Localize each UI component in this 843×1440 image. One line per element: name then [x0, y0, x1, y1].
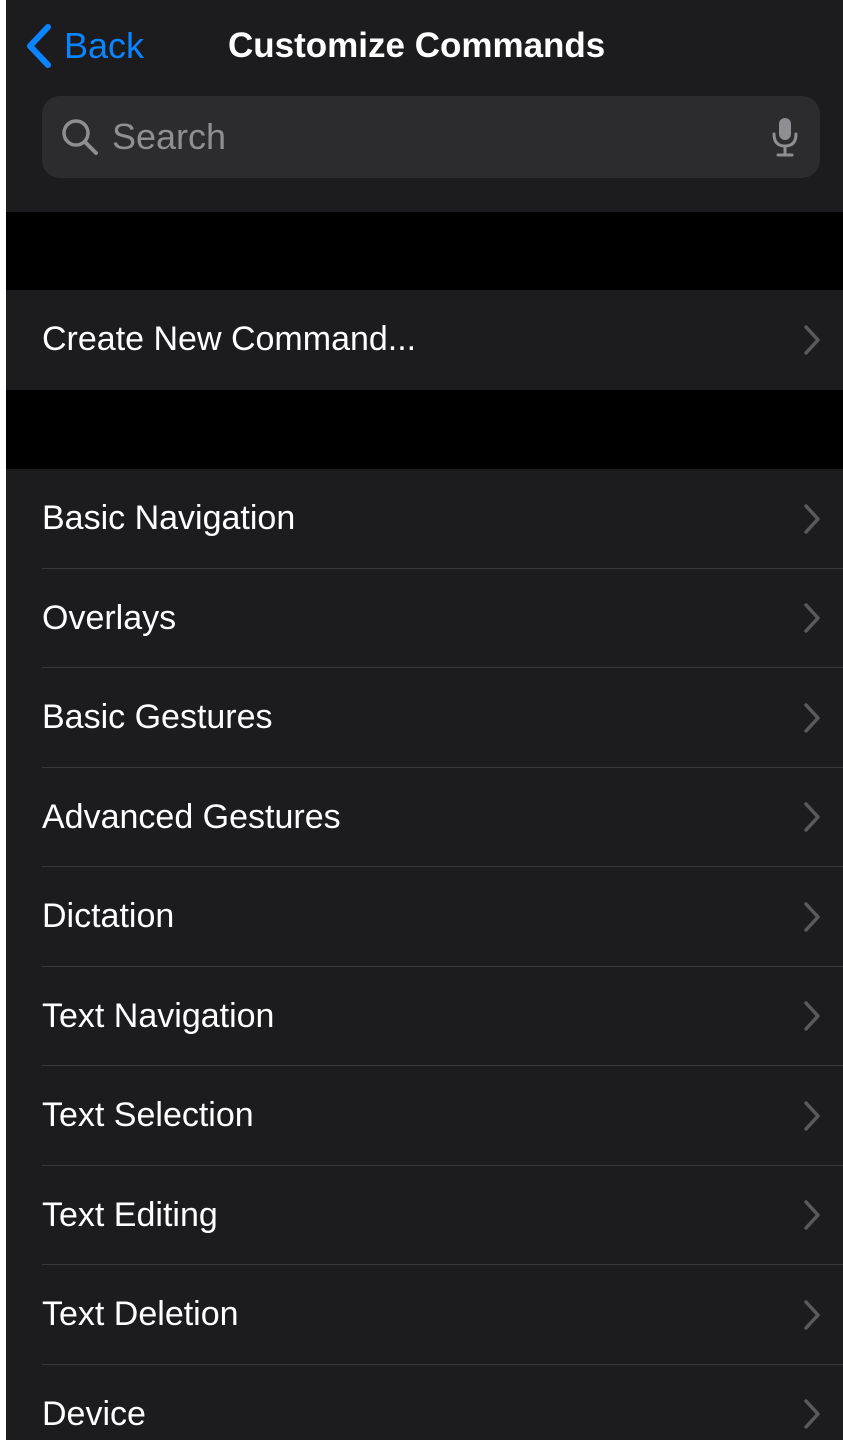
category-row-advanced-gestures[interactable]: Advanced Gestures	[6, 768, 843, 867]
category-row-basic-gestures[interactable]: Basic Gestures	[6, 668, 843, 768]
navigation-bar: Back Customize Commands	[6, 0, 843, 212]
search-input[interactable]	[110, 106, 768, 168]
chevron-right-icon	[803, 801, 821, 833]
create-new-command-row[interactable]: Create New Command...	[6, 290, 843, 390]
page-title: Customize Commands	[228, 26, 606, 65]
category-row-device[interactable]: Device	[6, 1365, 843, 1440]
category-row-text-deletion[interactable]: Text Deletion	[6, 1265, 843, 1365]
back-label: Back	[64, 25, 145, 66]
chevron-right-icon	[803, 901, 821, 933]
chevron-right-icon	[803, 503, 821, 535]
category-row-basic-navigation[interactable]: Basic Navigation	[6, 469, 843, 569]
chevron-right-icon	[803, 1199, 821, 1231]
category-row-text-editing[interactable]: Text Editing	[6, 1166, 843, 1265]
search-icon	[60, 117, 100, 157]
create-new-command-label: Create New Command...	[42, 320, 417, 359]
chevron-right-icon	[803, 1000, 821, 1032]
category-label: Dictation	[42, 897, 175, 936]
category-label: Text Selection	[42, 1096, 254, 1135]
category-row-overlays[interactable]: Overlays	[6, 569, 843, 668]
category-label: Overlays	[42, 598, 177, 637]
chevron-right-icon	[803, 1398, 821, 1430]
category-row-text-selection[interactable]: Text Selection	[6, 1066, 843, 1166]
category-label: Basic Gestures	[42, 698, 273, 737]
chevron-right-icon	[803, 702, 821, 734]
category-label: Text Navigation	[42, 996, 275, 1035]
search-bar[interactable]	[42, 96, 820, 178]
category-label: Text Deletion	[42, 1295, 239, 1334]
create-command-section: Create New Command...	[6, 290, 843, 390]
back-button[interactable]: Back	[24, 18, 144, 74]
command-category-list: Basic Navigation Overlays Basic Gestures…	[6, 469, 843, 1440]
category-label: Advanced Gestures	[42, 797, 341, 836]
chevron-right-icon	[803, 1299, 821, 1331]
chevron-right-icon	[803, 1100, 821, 1132]
category-row-dictation[interactable]: Dictation	[6, 867, 843, 967]
screen: Back Customize Commands Search Create Ne…	[6, 0, 843, 1440]
category-row-text-navigation[interactable]: Text Navigation	[6, 967, 843, 1066]
category-label: Text Editing	[42, 1195, 218, 1234]
chevron-left-icon	[24, 18, 60, 74]
chevron-right-icon	[803, 602, 821, 634]
category-label: Basic Navigation	[42, 499, 296, 538]
chevron-right-icon	[803, 324, 821, 356]
microphone-icon[interactable]	[768, 115, 802, 159]
category-label: Device	[42, 1394, 146, 1433]
